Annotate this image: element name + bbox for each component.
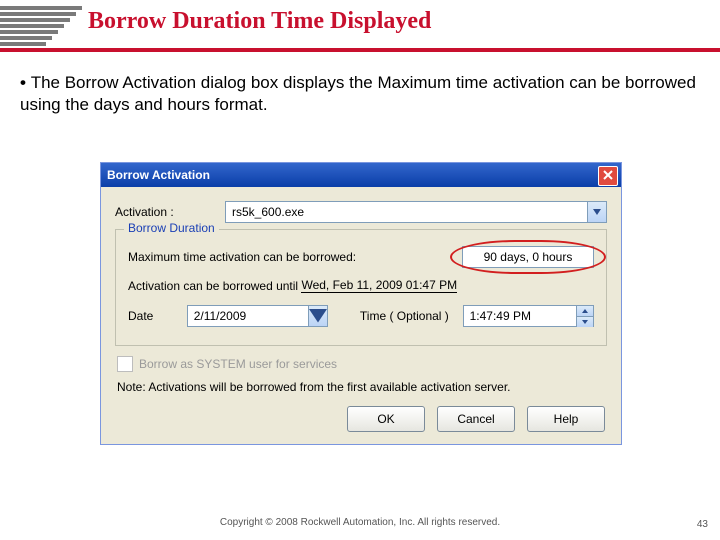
borrow-as-system-checkbox: Borrow as SYSTEM user for services — [117, 356, 605, 372]
max-time-label: Maximum time activation can be borrowed: — [128, 250, 356, 264]
dialog-titlebar[interactable]: Borrow Activation — [101, 163, 621, 187]
close-icon — [603, 169, 613, 183]
dialog-title: Borrow Activation — [107, 168, 210, 182]
date-picker[interactable]: 2/11/2009 — [187, 305, 328, 327]
decoration-bars — [0, 6, 82, 54]
borrow-activation-dialog: Borrow Activation Activation : rs5k_600.… — [100, 162, 622, 445]
page-number: 43 — [697, 519, 708, 530]
activation-dropdown[interactable]: rs5k_600.exe — [225, 201, 607, 223]
time-picker[interactable]: 1:47:49 PM — [463, 305, 594, 327]
help-button[interactable]: Help — [527, 406, 605, 432]
note-text: Note: Activations will be borrowed from … — [117, 380, 605, 394]
until-label: Activation can be borrowed until — [128, 279, 298, 293]
max-time-value: 90 days, 0 hours — [462, 246, 594, 268]
chevron-down-icon — [577, 316, 593, 327]
help-label: Help — [554, 412, 579, 426]
borrow-duration-group: Borrow Duration Maximum time activation … — [115, 229, 607, 346]
ok-label: OK — [377, 412, 394, 426]
title-rule — [0, 48, 720, 52]
chevron-down-icon — [587, 202, 606, 222]
close-button[interactable] — [598, 166, 618, 186]
checkbox-box — [117, 356, 133, 372]
date-value: 2/11/2009 — [194, 309, 247, 323]
system-user-label: Borrow as SYSTEM user for services — [139, 357, 337, 371]
slide-bullet: • The Borrow Activation dialog box displ… — [20, 72, 700, 116]
time-spinner[interactable] — [576, 306, 593, 326]
activation-value: rs5k_600.exe — [232, 205, 304, 219]
cancel-button[interactable]: Cancel — [437, 406, 515, 432]
time-label: Time ( Optional ) — [360, 309, 463, 323]
activation-label: Activation : — [115, 205, 225, 219]
slide-title: Borrow Duration Time Displayed — [88, 8, 431, 35]
until-value: Wed, Feb 11, 2009 01:47 PM — [301, 278, 457, 293]
time-value: 1:47:49 PM — [470, 309, 531, 323]
cancel-label: Cancel — [457, 412, 494, 426]
group-title: Borrow Duration — [124, 221, 219, 235]
chevron-up-icon — [577, 306, 593, 316]
bullet-text: The Borrow Activation dialog box display… — [20, 73, 696, 114]
date-label: Date — [128, 309, 187, 323]
copyright: Copyright © 2008 Rockwell Automation, In… — [0, 517, 720, 528]
ok-button[interactable]: OK — [347, 406, 425, 432]
chevron-down-icon — [308, 306, 327, 326]
